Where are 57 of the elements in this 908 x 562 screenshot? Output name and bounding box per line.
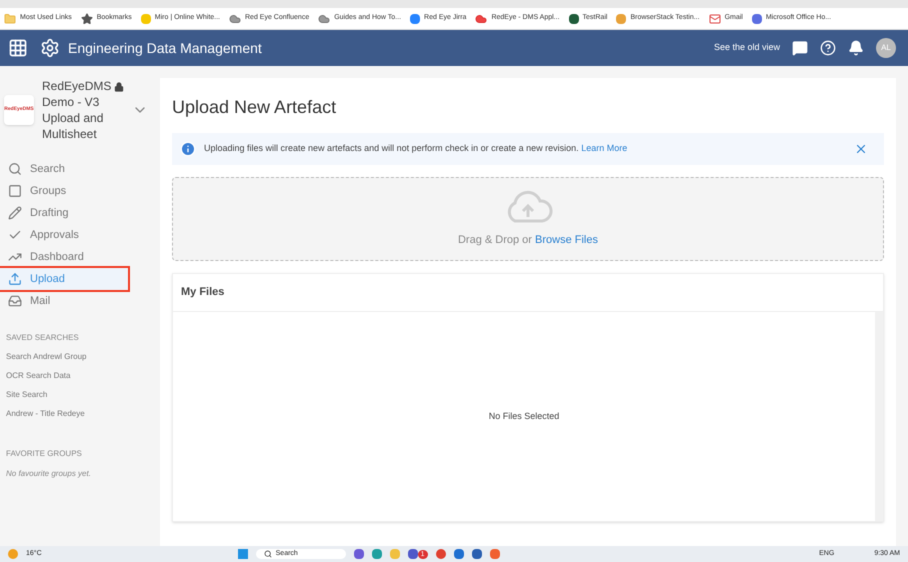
apps-grid-icon[interactable] bbox=[8, 38, 28, 58]
gear-icon bbox=[40, 38, 60, 58]
notification-icon[interactable] bbox=[848, 40, 864, 56]
saved-search-link[interactable]: OCR Search Data bbox=[0, 370, 157, 382]
nav-item[interactable]: Search bbox=[0, 158, 128, 180]
weather-icon bbox=[8, 549, 18, 559]
site-icon bbox=[410, 14, 420, 24]
app-icon[interactable] bbox=[472, 549, 482, 559]
nav-item[interactable]: Groups bbox=[0, 180, 128, 202]
app-icon[interactable] bbox=[354, 549, 364, 559]
section-heading: SAVED SEARCHES bbox=[5, 332, 80, 344]
app-icon[interactable] bbox=[408, 549, 418, 559]
panel-title: My Files bbox=[173, 274, 883, 312]
nav-item[interactable]: Mail bbox=[0, 290, 128, 312]
cloud-icon bbox=[475, 12, 488, 24]
saved-search-link[interactable]: Site Search bbox=[0, 389, 157, 401]
nav-item[interactable]: Drafting bbox=[0, 202, 128, 224]
nav-item[interactable]: Approvals bbox=[0, 224, 128, 246]
browse-files-link[interactable]: Browse Files bbox=[535, 234, 598, 246]
panel-icon bbox=[8, 184, 22, 198]
scrollbar[interactable] bbox=[875, 312, 883, 521]
close-icon[interactable] bbox=[854, 142, 868, 156]
search-icon bbox=[264, 550, 272, 558]
empty-message: No Files Selected bbox=[488, 410, 560, 423]
chat-icon[interactable] bbox=[792, 40, 808, 56]
saved-search-link[interactable]: Search Andrewl Group bbox=[0, 351, 157, 363]
info-message: Uploading files will create new artefacts and will not perform check in or create a new revision. Learn More bbox=[204, 142, 628, 156]
cloud-icon bbox=[229, 12, 241, 24]
nav-item[interactable]: Dashboard bbox=[0, 246, 128, 268]
site-icon bbox=[140, 14, 151, 24]
app-icon[interactable] bbox=[454, 549, 464, 559]
help-icon[interactable] bbox=[820, 40, 836, 56]
drop-zone-text: Drag & Drop or Browse Files bbox=[458, 232, 598, 248]
saved-search-link[interactable]: Andrew - Title Redeye bbox=[0, 408, 157, 420]
empty-message: No favourite groups yet. bbox=[5, 468, 92, 480]
app-title: Engineering Data Management bbox=[68, 38, 262, 58]
pencil-icon bbox=[8, 206, 22, 220]
site-icon bbox=[752, 14, 762, 24]
upload-icon bbox=[8, 272, 22, 286]
drop-zone[interactable]: Drag & Drop or Browse Files bbox=[172, 177, 884, 261]
app-icon[interactable] bbox=[436, 549, 446, 559]
page-title: Upload New Artefact bbox=[172, 96, 338, 119]
section-heading: FAVORITE GROUPS bbox=[5, 448, 83, 460]
site-icon bbox=[568, 14, 579, 24]
old-view-link[interactable]: See the old view bbox=[714, 41, 780, 55]
app-icon[interactable] bbox=[490, 549, 500, 559]
star-icon bbox=[80, 12, 93, 24]
site-icon bbox=[616, 14, 626, 24]
project-name: RedEyeDMS Demo - V3 Upload and Multisheet bbox=[42, 78, 110, 142]
start-icon[interactable] bbox=[238, 549, 248, 559]
cloud-icon bbox=[318, 12, 330, 24]
mail-icon bbox=[708, 12, 721, 24]
app-icon[interactable] bbox=[372, 549, 382, 559]
learn-more-link[interactable]: Learn More bbox=[581, 143, 628, 154]
inbox-icon bbox=[8, 294, 22, 308]
search-icon bbox=[8, 162, 22, 176]
info-icon bbox=[180, 141, 196, 157]
